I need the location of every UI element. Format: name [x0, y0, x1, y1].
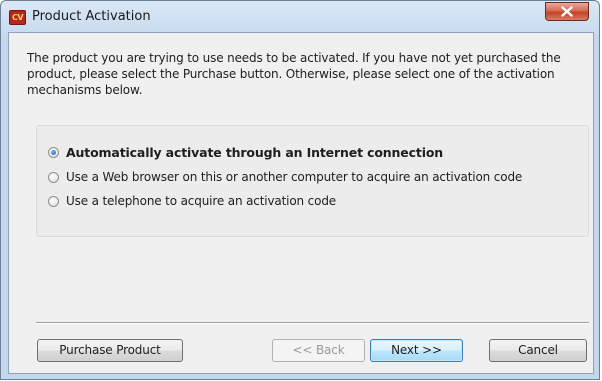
- option-label: Automatically activate through an Intern…: [66, 144, 444, 160]
- purchase-product-button[interactable]: Purchase Product: [37, 339, 183, 362]
- option-web-browser-activation[interactable]: Use a Web browser on this or another com…: [48, 168, 522, 186]
- option-label: Use a telephone to acquire an activation…: [66, 194, 337, 208]
- back-button[interactable]: << Back: [272, 339, 365, 362]
- dialog-body: The product you are trying to use needs …: [8, 32, 594, 374]
- activation-options-panel: Automatically activate through an Intern…: [36, 125, 589, 237]
- app-logo-icon: CV: [9, 10, 26, 25]
- cancel-button[interactable]: Cancel: [489, 339, 587, 362]
- option-internet-activation[interactable]: Automatically activate through an Intern…: [48, 143, 443, 161]
- radio-internet-activation[interactable]: [48, 146, 59, 158]
- close-icon: [561, 6, 573, 17]
- window-title: Product Activation: [32, 9, 151, 24]
- next-button[interactable]: Next >>: [370, 339, 463, 362]
- product-activation-window: CV Product Activation The product you ar…: [0, 0, 600, 380]
- intro-text: The product you are trying to use needs …: [27, 51, 561, 97]
- radio-telephone-activation[interactable]: [48, 195, 59, 207]
- title-bar[interactable]: CV Product Activation: [1, 1, 599, 32]
- close-button[interactable]: [545, 2, 589, 21]
- option-label: Use a Web browser on this or another com…: [66, 170, 523, 184]
- option-telephone-activation[interactable]: Use a telephone to acquire an activation…: [48, 192, 336, 210]
- divider: [36, 322, 589, 324]
- radio-web-browser-activation[interactable]: [48, 171, 59, 183]
